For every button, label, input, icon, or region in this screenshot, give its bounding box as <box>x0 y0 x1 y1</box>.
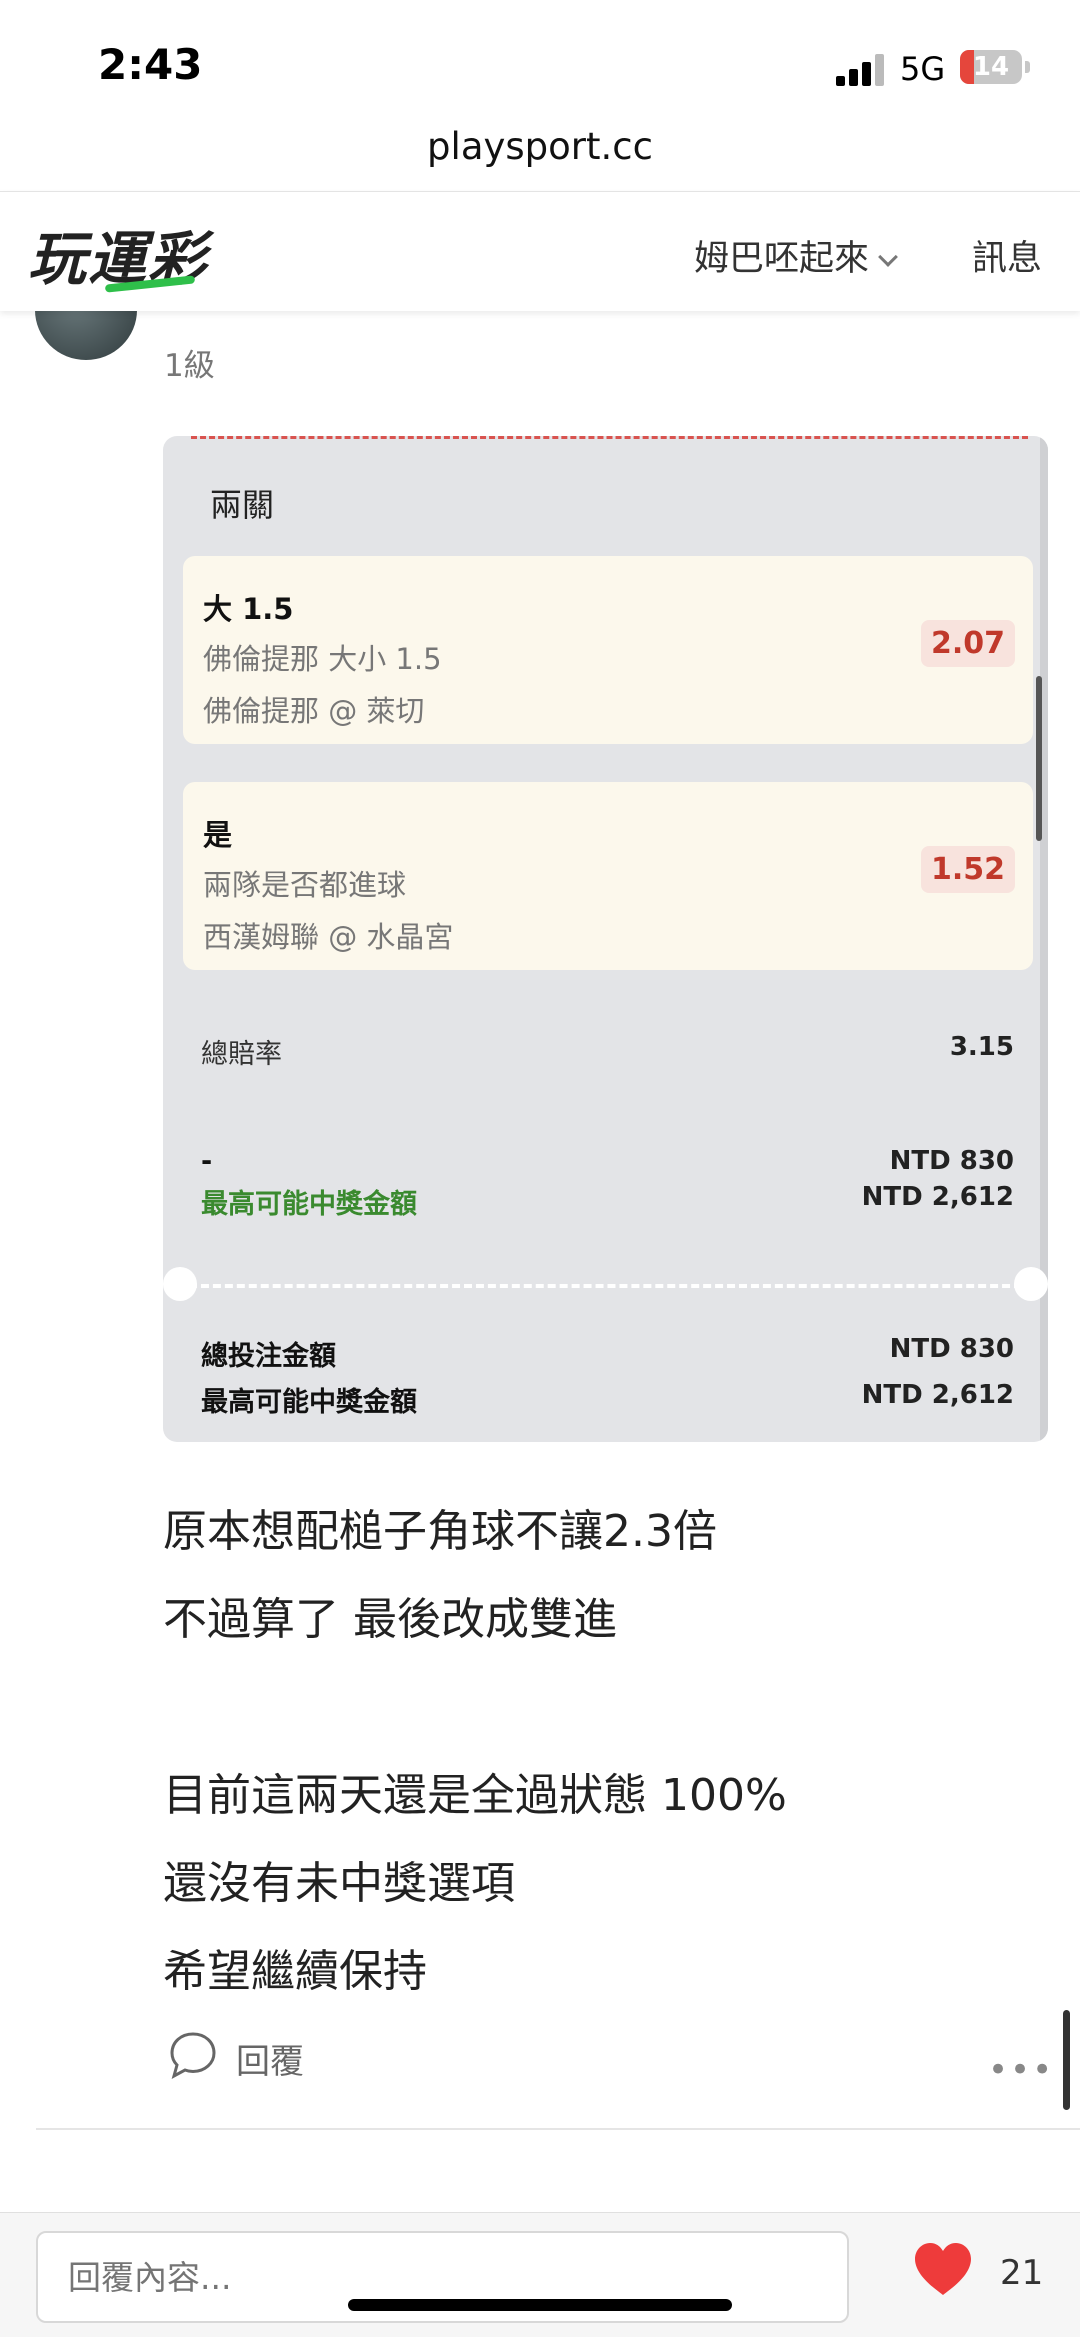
total-odds-row: 總賠率 3.15 <box>201 1032 1014 1071</box>
battery-icon: 14 <box>960 50 1022 84</box>
home-indicator[interactable] <box>348 2299 732 2311</box>
battery-cap <box>1025 61 1030 73</box>
total-max-win-row: 最高可能中獎金額 NTD 2,612 <box>201 1380 1014 1419</box>
signal-icon <box>836 52 886 86</box>
heart-icon[interactable] <box>912 2241 974 2297</box>
battery-level: 14 <box>972 52 1010 82</box>
max-win-label: 最高可能中獎金額 <box>201 1189 417 1220</box>
ticket-perforation <box>163 1266 1048 1306</box>
ticket-type: 兩關 <box>210 486 275 524</box>
status-time: 2:43 <box>98 40 203 89</box>
chevron-down-icon <box>878 247 898 267</box>
ticket-top-border <box>191 436 1028 439</box>
bet-market: 兩隊是否都進球 <box>203 868 407 902</box>
max-win-row: 最高可能中獎金額 NTD 2,612 <box>201 1182 1014 1221</box>
max-win-value: NTD 2,612 <box>861 1182 1014 1212</box>
bottom-reply-bar: 21 <box>0 2212 1080 2337</box>
total-odds-label: 總賠率 <box>201 1039 282 1070</box>
stake-label: - <box>201 1146 213 1177</box>
url-bar[interactable]: playsport.cc <box>0 125 1080 191</box>
site-navbar: 玩運彩 姆巴呸起來 訊息 <box>0 191 1080 311</box>
total-stake-label: 總投注金額 <box>201 1341 336 1372</box>
network-type: 5G <box>900 50 946 88</box>
bet-odds: 1.52 <box>920 846 1015 893</box>
bet-selection-card: 是 兩隊是否都進球 西漢姆聯 @ 水晶宮 1.52 <box>183 782 1033 970</box>
status-bar: 2:43 5G 14 <box>0 0 1080 125</box>
ticket-scrollbar <box>1036 676 1042 841</box>
bet-odds: 2.07 <box>920 620 1015 667</box>
like-count: 21 <box>1000 2253 1044 2293</box>
bet-selection: 是 <box>203 818 233 852</box>
bet-market: 佛倫提那 大小 1.5 <box>203 642 442 676</box>
page-scrollbar[interactable] <box>1063 2010 1070 2110</box>
speech-bubble-icon <box>170 2032 216 2080</box>
stake-value: NTD 830 <box>889 1146 1014 1176</box>
messages-link[interactable]: 訊息 <box>972 230 1042 281</box>
post-body: 原本想配槌子角球不讓2.3倍 不過算了 最後改成雙進 目前這兩天還是全過狀態 1… <box>163 1488 787 2016</box>
total-stake-row: 總投注金額 NTD 830 <box>201 1334 1014 1373</box>
bet-match: 佛倫提那 @ 萊切 <box>203 694 425 728</box>
bet-match: 西漢姆聯 @ 水晶宮 <box>203 920 454 954</box>
total-stake-value: NTD 830 <box>889 1334 1014 1364</box>
user-level: 1級 <box>164 348 215 384</box>
more-options-icon[interactable]: ••• <box>988 2050 1054 2090</box>
post-line <box>163 1664 787 1752</box>
post-line: 還沒有未中獎選項 <box>163 1858 515 1909</box>
post-line: 不過算了 最後改成雙進 <box>163 1594 617 1645</box>
user-name: 姆巴呸起來 <box>694 239 870 279</box>
bet-ticket-image: 兩關 大 1.5 佛倫提那 大小 1.5 佛倫提那 @ 萊切 2.07 是 兩隊… <box>163 436 1048 1442</box>
post-line: 希望繼續保持 <box>163 1946 427 1997</box>
bet-selection: 大 1.5 <box>203 592 294 626</box>
bet-selection-card: 大 1.5 佛倫提那 大小 1.5 佛倫提那 @ 萊切 2.07 <box>183 556 1033 744</box>
reply-label: 回覆 <box>236 2042 304 2082</box>
total-max-win-value: NTD 2,612 <box>861 1380 1014 1410</box>
stake-row: - NTD 830 <box>201 1146 1014 1177</box>
total-max-win-label: 最高可能中獎金額 <box>201 1387 417 1418</box>
total-odds-value: 3.15 <box>949 1032 1014 1062</box>
divider <box>36 2128 1080 2130</box>
post-line: 目前這兩天還是全過狀態 100% <box>163 1770 787 1821</box>
post-line: 原本想配槌子角球不讓2.3倍 <box>163 1506 717 1557</box>
user-menu[interactable]: 姆巴呸起來 <box>694 230 898 281</box>
